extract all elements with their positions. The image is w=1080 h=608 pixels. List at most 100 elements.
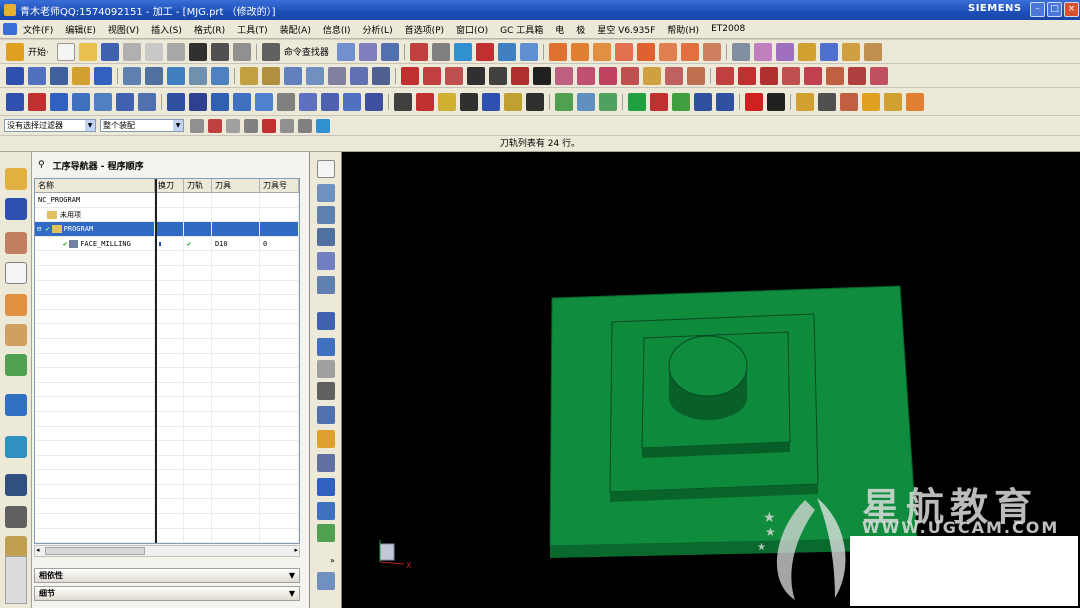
orient-trimetric-icon[interactable] xyxy=(658,42,677,61)
curve-d-icon[interactable] xyxy=(621,66,639,85)
curve-b-icon[interactable] xyxy=(577,66,595,85)
list-path-icon[interactable] xyxy=(306,66,324,85)
new-file-icon[interactable] xyxy=(56,42,75,61)
table-row-selected[interactable]: ⊟ ✔ PROGRAM xyxy=(35,222,299,237)
chevron-down-icon[interactable]: ▼ xyxy=(289,587,295,601)
plugin-h-icon[interactable] xyxy=(796,92,814,111)
curve-g-icon[interactable] xyxy=(687,66,705,85)
plugin-i-icon[interactable] xyxy=(862,92,880,111)
vtool-j-icon[interactable] xyxy=(317,478,335,496)
vtool-m-icon[interactable] xyxy=(317,572,335,590)
menu-analysis[interactable]: 分析(L) xyxy=(357,23,399,36)
replay-path-icon[interactable] xyxy=(262,66,280,85)
orient-iso-icon[interactable] xyxy=(636,42,655,61)
menu-info[interactable]: 信息(I) xyxy=(317,23,357,36)
history-icon[interactable] xyxy=(5,436,27,458)
cut-icon[interactable] xyxy=(122,42,141,61)
machine-tool-view-icon[interactable] xyxy=(317,184,335,202)
tool-e-icon[interactable] xyxy=(497,42,516,61)
vtool-b-icon[interactable] xyxy=(317,276,335,294)
part-navigator-icon[interactable] xyxy=(5,232,27,254)
tool-h-icon[interactable] xyxy=(797,42,816,61)
menu-gc-toolbox[interactable]: GC 工具箱 xyxy=(494,23,549,36)
more-tools-icon[interactable]: » xyxy=(330,556,335,565)
program-order-view-icon[interactable] xyxy=(317,160,335,178)
selection-filter-combo[interactable]: 没有选择过滤器 ▼ xyxy=(4,119,96,132)
edit-curve-f-icon[interactable] xyxy=(826,66,844,85)
menu-assembly[interactable]: 装配(A) xyxy=(274,23,317,36)
table-row[interactable]: ✔ FACE_MILLING ▮ ✔ D10 0 xyxy=(35,236,299,252)
menu-xingkong[interactable]: 星空 V6.935F xyxy=(591,23,661,36)
feature-b-icon[interactable] xyxy=(28,92,46,111)
menu-electrode[interactable]: 电 xyxy=(549,23,570,36)
render-style-icon[interactable] xyxy=(431,42,450,61)
orient-left-icon[interactable] xyxy=(614,42,633,61)
plugin-j-icon[interactable] xyxy=(884,92,902,111)
cam-c-icon[interactable] xyxy=(167,66,185,85)
resource-bar-scroll[interactable] xyxy=(5,556,27,604)
measure-icon[interactable] xyxy=(841,42,860,61)
operation-navigator-icon[interactable] xyxy=(5,262,27,284)
assembly-scope-combo[interactable]: 整个装配 ▼ xyxy=(100,119,184,132)
edit-icon[interactable] xyxy=(716,92,734,111)
feature-g-icon[interactable] xyxy=(138,92,156,111)
line-icon[interactable] xyxy=(401,66,419,85)
create-tool-icon[interactable] xyxy=(28,66,46,85)
minimize-button[interactable]: – xyxy=(1030,2,1045,17)
disp-name-icon[interactable] xyxy=(211,92,229,111)
menu-insert[interactable]: 插入(S) xyxy=(145,23,188,36)
wcs-triad[interactable]: X xyxy=(379,540,412,570)
menu-view[interactable]: 视图(V) xyxy=(102,23,145,36)
tool-a-icon[interactable] xyxy=(336,42,355,61)
tool-g-icon[interactable] xyxy=(775,42,794,61)
polygon-icon[interactable] xyxy=(489,66,507,85)
maximize-button[interactable]: □ xyxy=(1047,2,1062,17)
start-button[interactable]: 开始· xyxy=(28,45,49,58)
create-operation-icon[interactable] xyxy=(94,66,112,85)
hd3d-tools-icon[interactable] xyxy=(5,354,27,376)
select-d-icon[interactable] xyxy=(244,118,258,133)
collapse-icon[interactable]: ⊟ xyxy=(37,225,41,233)
solid-f-icon[interactable] xyxy=(504,92,522,111)
scroll-thumb[interactable] xyxy=(45,547,145,555)
reuse-library-icon[interactable] xyxy=(5,324,27,346)
nx-menu-icon[interactable] xyxy=(3,23,17,35)
menu-help[interactable]: 帮助(H) xyxy=(661,23,705,36)
solid-c-icon[interactable] xyxy=(438,92,456,111)
solid-d-icon[interactable] xyxy=(460,92,478,111)
vtool-l-icon[interactable] xyxy=(317,524,335,542)
feature-l-icon[interactable] xyxy=(343,92,361,111)
start-icon[interactable] xyxy=(6,42,24,61)
system-materials-icon[interactable] xyxy=(5,506,27,528)
dependencies-panel[interactable]: 相依性 ▼ xyxy=(34,568,300,583)
column-header-tool-change[interactable]: 换刀 xyxy=(155,179,184,192)
orient-top-icon[interactable] xyxy=(548,42,567,61)
redo-icon[interactable] xyxy=(232,42,251,61)
feature-i-icon[interactable] xyxy=(189,92,207,111)
geometry-view-icon[interactable] xyxy=(317,206,335,224)
machine-navigator-icon[interactable] xyxy=(5,294,27,316)
curve-e-icon[interactable] xyxy=(643,66,661,85)
vtool-i-icon[interactable] xyxy=(317,454,335,472)
orient-right-icon[interactable] xyxy=(592,42,611,61)
plugin-k-icon[interactable] xyxy=(906,92,924,111)
select-a-icon[interactable] xyxy=(190,118,204,133)
plugin-f-icon[interactable] xyxy=(672,92,690,111)
details-panel[interactable]: 细节 ▼ xyxy=(34,586,300,601)
set-name-icon[interactable] xyxy=(233,92,251,111)
del-name-icon[interactable] xyxy=(255,92,273,111)
select-h-icon[interactable] xyxy=(316,118,330,133)
flag-icon[interactable] xyxy=(840,92,858,111)
scroll-right-icon[interactable]: ▸ xyxy=(294,546,298,554)
cam-a-icon[interactable] xyxy=(123,66,141,85)
menu-file[interactable]: 文件(F) xyxy=(17,23,59,36)
feature-c-icon[interactable] xyxy=(50,92,68,111)
curve-f-icon[interactable] xyxy=(665,66,683,85)
select-c-icon[interactable] xyxy=(226,118,240,133)
method-view-icon[interactable] xyxy=(317,228,335,246)
vtool-e-icon[interactable] xyxy=(317,360,335,378)
column-header-tool-number[interactable]: 刀具号 xyxy=(260,179,299,192)
constraint-navigator-icon[interactable] xyxy=(5,198,27,220)
tool-i-icon[interactable] xyxy=(819,42,838,61)
plugin-g-icon[interactable] xyxy=(745,92,763,111)
